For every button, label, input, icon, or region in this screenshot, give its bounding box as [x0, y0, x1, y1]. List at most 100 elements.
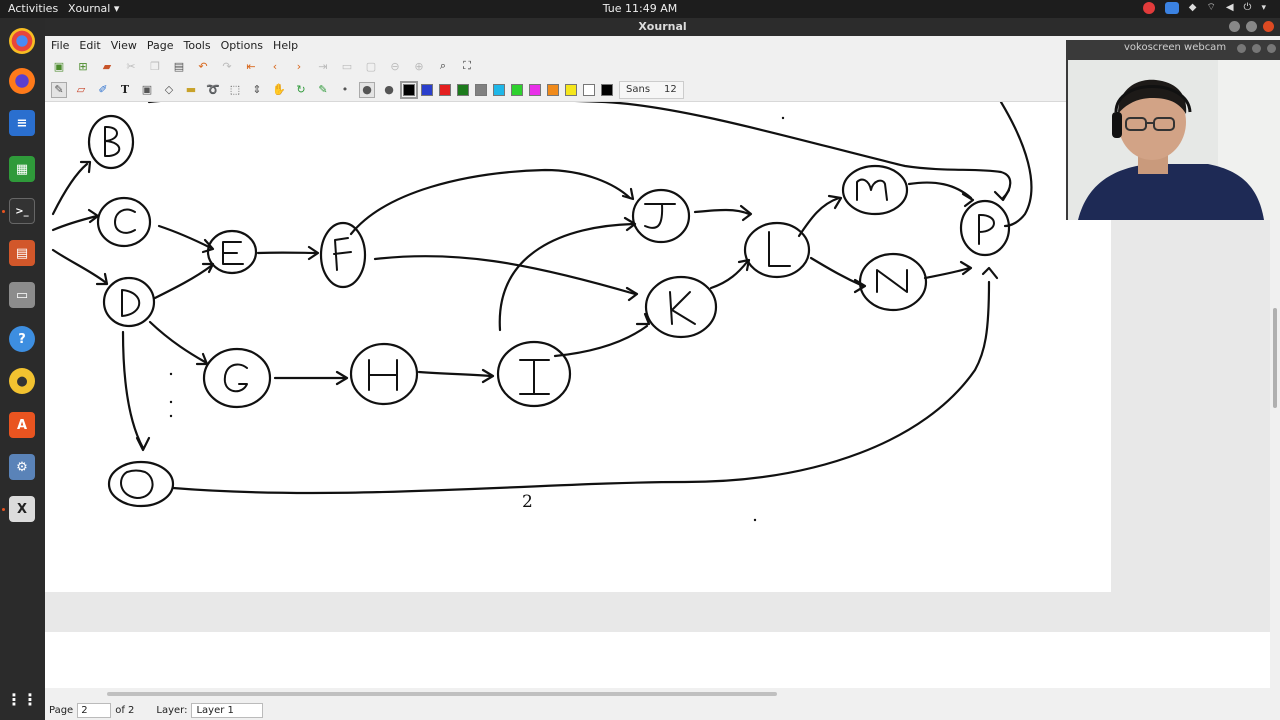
last-page-icon[interactable]: ⇥ [315, 58, 331, 74]
page-spinner[interactable]: 2 [77, 702, 112, 718]
dock: ≡ ▦ >_ ▤ ▭ ? ● A ⚙ X ⋮⋮ [0, 18, 45, 720]
color-black-swatch[interactable] [400, 80, 418, 99]
new-page-icon[interactable]: ⊞ [75, 58, 91, 74]
xournal-icon[interactable]: X [9, 496, 35, 522]
webcam-maximize-button[interactable] [1252, 44, 1261, 53]
menu-file[interactable]: File [51, 39, 69, 52]
pen-icon[interactable]: ✎ [51, 81, 67, 98]
thick-line-icon[interactable]: ● [381, 82, 397, 98]
system-tray[interactable]: ◆ ⌔ ◀ ⏻ ▾ [1142, 1, 1266, 14]
first-page-icon[interactable]: ⇤ [243, 58, 259, 74]
open-folder-icon[interactable]: ▰ [99, 58, 115, 74]
firefox-icon[interactable] [9, 68, 35, 94]
color-white-swatch[interactable] [583, 83, 595, 96]
window-title: Xournal [638, 20, 687, 33]
eraser-icon[interactable]: ▱ [73, 82, 89, 98]
power-icon[interactable]: ⏻ [1244, 2, 1252, 13]
color-lightgreen-swatch[interactable] [511, 83, 523, 96]
highlighter-icon[interactable]: ✐ [95, 82, 111, 98]
menu-tools[interactable]: Tools [183, 39, 210, 52]
page-count: of 2 [115, 704, 135, 716]
network-icon[interactable]: ⌔ [1206, 1, 1215, 14]
show-apps-icon[interactable]: ⋮⋮ [6, 686, 38, 712]
lasso-select-icon[interactable]: ➰ [205, 82, 221, 98]
color-yellow-swatch[interactable] [565, 83, 577, 96]
color-gray-swatch[interactable] [475, 83, 487, 96]
layer-select[interactable]: Layer 1 [191, 702, 264, 718]
calc-icon[interactable]: ▦ [9, 156, 35, 182]
color-orange-swatch[interactable] [547, 83, 559, 96]
rect-select-icon[interactable]: ⬚ [227, 82, 243, 98]
medium-line-icon[interactable]: ● [359, 81, 375, 98]
shape-recognizer-icon[interactable]: ◇ [161, 82, 177, 98]
clock[interactable]: Tue 11:49 AM [0, 2, 1280, 15]
minimize-button[interactable] [1229, 21, 1240, 32]
help-icon[interactable]: ? [9, 326, 35, 352]
horizontal-scrollbar[interactable] [45, 688, 1280, 700]
dropbox-icon[interactable]: ◆ [1189, 2, 1197, 13]
zoom-fit-icon[interactable]: ▭ [339, 58, 355, 74]
edges [51, 102, 1033, 495]
settings-icon[interactable]: ⚙ [9, 454, 35, 480]
undo-icon[interactable]: ↶ [195, 58, 211, 74]
fullscreen-icon[interactable]: ⛶ [459, 58, 475, 74]
volume-icon[interactable]: ◀ [1226, 2, 1234, 13]
color-custom-swatch[interactable] [601, 83, 613, 96]
maximize-button[interactable] [1246, 21, 1257, 32]
next-journal-page[interactable] [45, 632, 1280, 688]
record-indicator-icon[interactable] [1142, 1, 1155, 14]
cut-icon[interactable]: ✂ [123, 58, 139, 74]
gnome-top-bar: Activities Xournal ▾ Tue 11:49 AM ◆ ⌔ ◀ … [0, 0, 1280, 18]
color-blue-swatch[interactable] [421, 83, 433, 96]
image-tool-icon[interactable]: ▣ [139, 82, 155, 98]
ruler-icon[interactable]: ▬ [183, 82, 199, 98]
chrome-icon[interactable] [9, 28, 35, 54]
node-p [959, 199, 1011, 257]
journal-page[interactable]: 2 [45, 102, 1111, 592]
node-g [202, 347, 272, 409]
menu-edit[interactable]: Edit [79, 39, 100, 52]
color-red-swatch[interactable] [439, 83, 451, 96]
menu-help[interactable]: Help [273, 39, 298, 52]
next-page-icon[interactable]: › [291, 58, 307, 74]
color-green-swatch[interactable] [457, 83, 469, 96]
handwritten-graph [51, 102, 1033, 522]
chevron-down-icon[interactable]: ▾ [1261, 3, 1266, 13]
writer-icon[interactable]: ≡ [9, 110, 35, 136]
previous-page-icon[interactable]: ‹ [267, 58, 283, 74]
zoom-icon[interactable]: ⌕ [435, 58, 451, 74]
software-center-icon[interactable]: A [9, 412, 35, 438]
color-magenta-swatch[interactable] [529, 83, 541, 96]
zoom-page-icon[interactable]: ▢ [363, 58, 379, 74]
webcam-minimize-button[interactable] [1237, 44, 1246, 53]
menu-options[interactable]: Options [221, 39, 263, 52]
rhythmbox-icon[interactable]: ● [9, 368, 35, 394]
text-tool-icon[interactable]: T [117, 82, 133, 98]
webcam-close-button[interactable] [1267, 44, 1276, 53]
copy-icon[interactable]: ❐ [147, 58, 163, 74]
hand-tool-icon[interactable]: ✋ [271, 82, 287, 98]
paste-icon[interactable]: ▤ [171, 58, 187, 74]
font-button[interactable]: Sans 12 [619, 80, 684, 99]
default-tool-icon[interactable]: ↻ [293, 82, 309, 98]
files-icon[interactable]: ▭ [9, 282, 35, 308]
webcam-window[interactable]: vokoscreen webcam [1066, 40, 1280, 220]
vertical-space-icon[interactable]: ⇕ [249, 82, 265, 98]
screencast-icon[interactable] [1164, 1, 1179, 14]
vertical-scroll-thumb[interactable] [1273, 308, 1277, 408]
node-k [644, 275, 718, 339]
thin-line-icon[interactable]: • [337, 82, 353, 98]
save-icon[interactable]: ▣ [51, 58, 67, 74]
close-button[interactable] [1263, 21, 1274, 32]
node-letters [104, 125, 995, 499]
menu-view[interactable]: View [111, 39, 137, 52]
horizontal-scroll-thumb[interactable] [107, 692, 777, 696]
default-pen-icon[interactable]: ✎ [315, 82, 331, 98]
menu-page[interactable]: Page [147, 39, 174, 52]
redo-icon[interactable]: ↷ [219, 58, 235, 74]
zoom-out-icon[interactable]: ⊖ [387, 58, 403, 74]
impress-icon[interactable]: ▤ [9, 240, 35, 266]
color-lightblue-swatch[interactable] [493, 83, 505, 96]
zoom-in-icon[interactable]: ⊕ [411, 58, 427, 74]
terminal-icon[interactable]: >_ [9, 198, 35, 224]
